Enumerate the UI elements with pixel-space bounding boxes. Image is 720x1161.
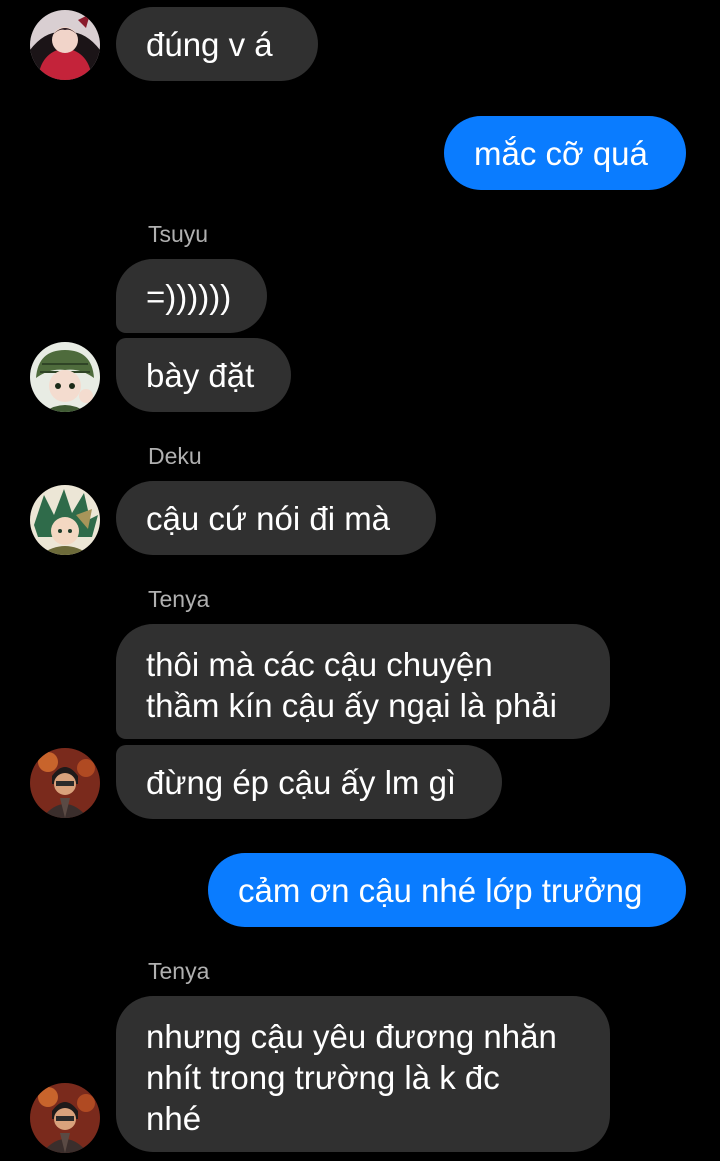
message-text: nhưng cậu yêu đương nhăn nhít trong trườ… — [146, 1016, 557, 1139]
message-text: cảm ơn cậu nhé lớp trưởng — [238, 871, 643, 909]
message-bubble-outgoing[interactable]: mắc cỡ quá — [444, 116, 686, 190]
message-text: cậu cứ nói đi mà — [146, 499, 391, 537]
crimson-haired-character-avatar[interactable] — [30, 10, 100, 80]
message-text-line: nhưng cậu yêu đương nhăn — [146, 1018, 557, 1055]
message-text-line: thôi mà các cậu chuyện — [146, 646, 493, 683]
sender-name: Tenya — [148, 586, 210, 612]
message-bubble[interactable]: cậu cứ nói đi mà — [116, 481, 436, 555]
tenya-avatar[interactable] — [30, 1083, 100, 1153]
message-text: thôi mà các cậu chuyện thầm kín cậu ấy n… — [146, 644, 557, 726]
message-text: bày đặt — [146, 356, 255, 394]
sender-name: Tsuyu — [148, 221, 209, 247]
tsuyu-avatar[interactable] — [30, 342, 100, 412]
message-text-line: thầm kín cậu ấy ngại là phải — [146, 687, 557, 724]
message-bubble[interactable]: thôi mà các cậu chuyện thầm kín cậu ấy n… — [116, 624, 610, 739]
message-text: đừng ép cậu ấy lm gì — [146, 763, 457, 801]
message-bubble[interactable]: nhưng cậu yêu đương nhăn nhít trong trườ… — [116, 996, 610, 1152]
sender-name: Deku — [148, 443, 202, 469]
message-thread[interactable]: đúng v á mắc cỡ quá Tsuyu =)))))) bày đặ… — [0, 0, 720, 1161]
message-text-line: nhé — [146, 1100, 202, 1137]
message-bubble[interactable]: bày đặt — [116, 338, 291, 412]
message-text-line: nhít trong trường là k đc — [146, 1059, 500, 1096]
message-text: đúng v á — [146, 25, 273, 63]
tenya-avatar[interactable] — [30, 748, 100, 818]
message-bubble-outgoing[interactable]: cảm ơn cậu nhé lớp trưởng — [208, 853, 686, 927]
message-bubble[interactable]: đừng ép cậu ấy lm gì — [116, 745, 502, 819]
message-bubble[interactable]: =)))))) — [116, 259, 267, 333]
message-text: =)))))) — [146, 277, 232, 315]
message-text: mắc cỡ quá — [474, 134, 648, 172]
message-bubble[interactable]: đúng v á — [116, 7, 318, 81]
deku-avatar[interactable] — [30, 485, 100, 555]
sender-name: Tenya — [148, 958, 210, 984]
